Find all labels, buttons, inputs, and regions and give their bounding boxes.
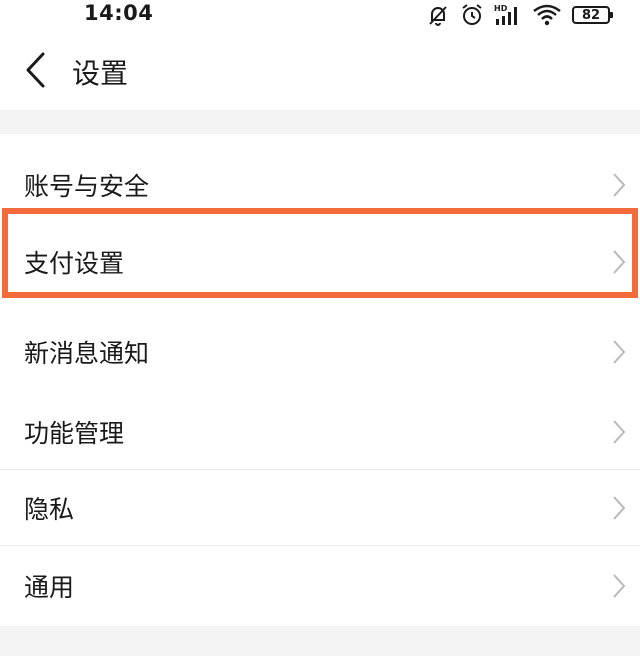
settings-item-label: 功能管理 xyxy=(24,419,125,448)
wifi-icon xyxy=(532,3,562,27)
chevron-right-icon xyxy=(613,420,626,444)
section-separator-top xyxy=(0,110,640,134)
settings-item-label: 支付设置 xyxy=(24,249,125,278)
settings-item-label: 隐私 xyxy=(24,495,75,524)
settings-item-feature-management[interactable]: 功能管理 xyxy=(0,394,640,470)
battery-level: 82 xyxy=(581,7,601,23)
network-label: HD xyxy=(494,4,508,13)
notifications-off-icon xyxy=(426,3,450,27)
settings-item-label: 通用 xyxy=(24,573,75,602)
settings-item-privacy[interactable]: 隐私 xyxy=(0,470,640,546)
chevron-left-icon xyxy=(26,52,45,88)
chevron-right-icon xyxy=(613,574,626,598)
battery-icon: 82 xyxy=(572,6,613,24)
settings-item-payment-settings[interactable]: 支付设置 xyxy=(0,214,640,310)
chevron-right-icon xyxy=(613,250,626,274)
settings-item-new-message-notifications[interactable]: 新消息通知 xyxy=(0,310,640,394)
settings-item-general[interactable]: 通用 xyxy=(0,546,640,626)
item-divider xyxy=(0,545,640,546)
chevron-right-icon xyxy=(613,173,626,197)
status-icons: HD 82 xyxy=(426,2,613,28)
signal-icon: HD xyxy=(494,3,522,27)
chevron-right-icon xyxy=(613,496,626,520)
settings-item-label: 账号与安全 xyxy=(24,172,150,201)
section-separator-bottom xyxy=(0,626,640,656)
back-button[interactable] xyxy=(18,50,54,90)
header: 设置 xyxy=(0,30,640,110)
page-title: 设置 xyxy=(72,57,129,90)
item-divider xyxy=(0,469,640,470)
status-bar: 14:04 HD 82 xyxy=(0,0,640,30)
chevron-right-icon xyxy=(613,340,626,364)
settings-screen: 14:04 HD 82 设置 账号与安全 支付设置 新消息通知 功能管理 隐私 … xyxy=(0,0,640,656)
alarm-icon xyxy=(460,3,484,27)
status-time: 14:04 xyxy=(84,1,154,25)
settings-item-label: 新消息通知 xyxy=(24,339,150,368)
